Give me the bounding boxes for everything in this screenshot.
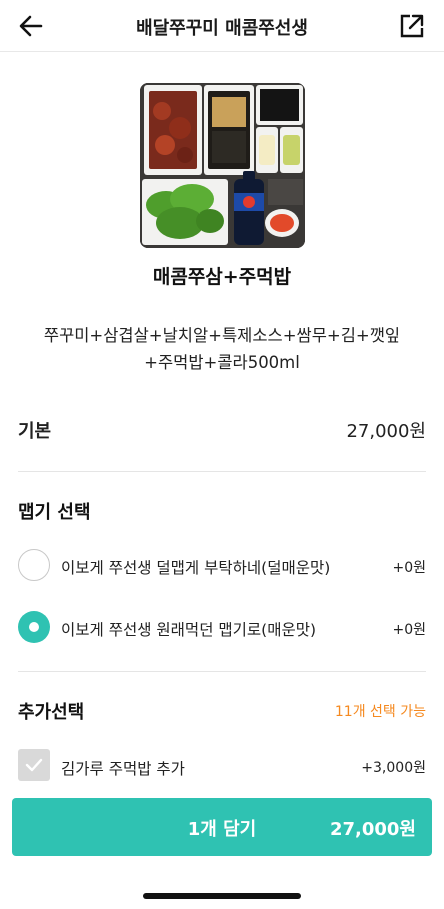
checkbox[interactable] — [18, 749, 50, 781]
base-price-value: 27,000원 — [346, 421, 426, 442]
arrow-left-icon — [19, 15, 43, 37]
extras-section-title: 추가선택 — [18, 702, 85, 723]
app-header: 배달쭈꾸미 매콤쭈선생 — [0, 0, 444, 52]
share-button[interactable] — [398, 12, 426, 40]
option-price: +0원 — [392, 560, 426, 576]
spicy-option-hot[interactable]: 이보게 쭈선생 원래먹던 맵기로(매운맛) +0원 — [18, 611, 426, 645]
option-price: +3,000원 — [361, 760, 426, 776]
radio-button-selected[interactable] — [18, 611, 50, 643]
divider — [18, 471, 426, 472]
option-label: 이보게 쭈선생 원래먹던 맵기로(매운맛) — [61, 621, 317, 639]
option-label: 이보게 쭈선생 덜맵게 부탁하네(덜매운맛) — [61, 559, 331, 577]
option-price: +0원 — [392, 622, 426, 638]
product-description-line: +주먹밥+콜라500ml — [144, 353, 300, 372]
check-icon — [25, 758, 43, 772]
extra-option-item[interactable]: 김가루 주먹밥 추가 +3,000원 — [18, 749, 426, 783]
product-description: 쭈꾸미+삼겹살+날치알+특제소스+쌈무+김+깻잎 +주먹밥+콜라500ml — [30, 322, 414, 376]
extras-limit-note: 11개 선택 가능 — [334, 704, 426, 720]
option-label: 김가루 주먹밥 추가 — [61, 760, 185, 778]
back-button[interactable] — [16, 11, 46, 41]
home-indicator — [143, 893, 301, 899]
add-to-cart-button[interactable]: 1개 담기 27,000원 — [12, 798, 432, 856]
divider — [18, 671, 426, 672]
spicy-option-mild[interactable]: 이보게 쭈선생 덜맵게 부탁하네(덜매운맛) +0원 — [18, 549, 426, 583]
radio-button[interactable] — [18, 549, 50, 581]
product-description-line: 쭈꾸미+삼겹살+날치알+특제소스+쌈무+김+깻잎 — [43, 326, 401, 345]
product-name: 매콤쭈삼+주먹밥 — [152, 266, 292, 288]
add-to-cart-price: 27,000원 — [329, 819, 416, 840]
page-title: 배달쭈꾸미 매콤쭈선생 — [136, 18, 308, 39]
external-link-icon — [400, 14, 424, 38]
spicy-section-title: 맵기 선택 — [18, 502, 91, 523]
product-image — [140, 83, 305, 248]
